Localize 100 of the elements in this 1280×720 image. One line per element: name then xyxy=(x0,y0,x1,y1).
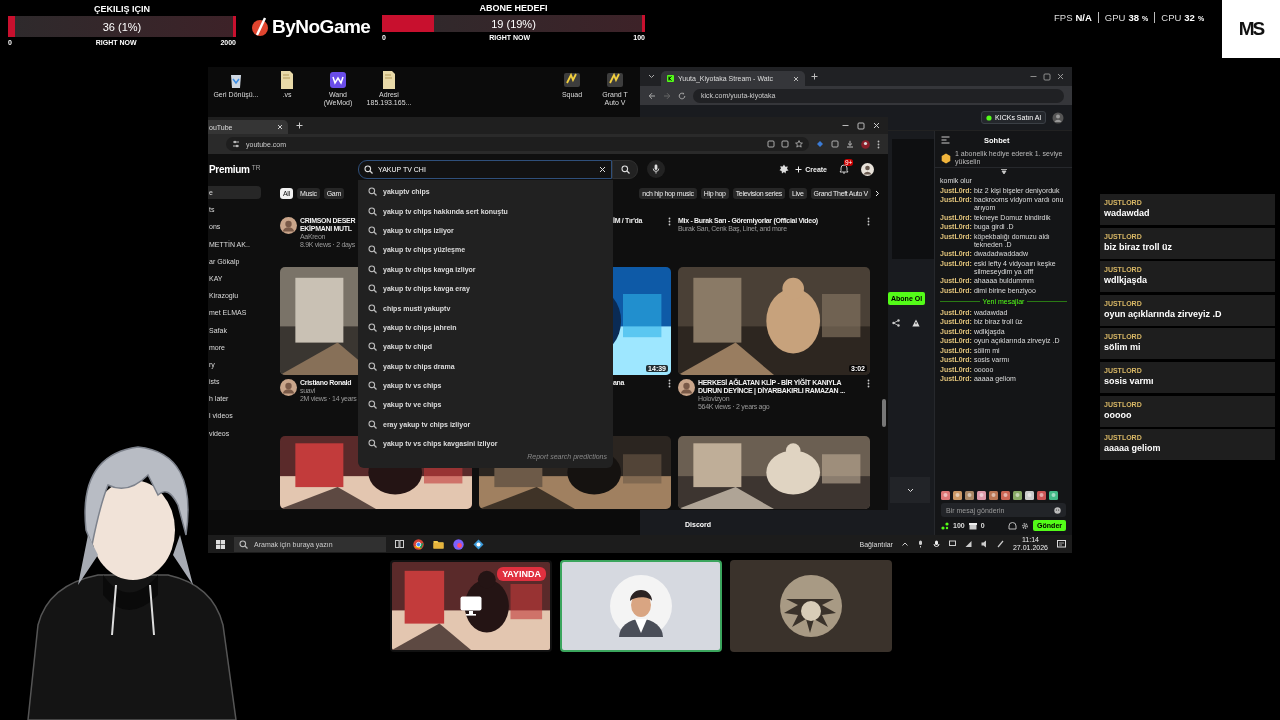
search-icon[interactable] xyxy=(620,164,630,174)
close-icon[interactable] xyxy=(873,122,880,129)
start-icon[interactable] xyxy=(216,539,225,549)
emote-icon[interactable] xyxy=(941,491,950,500)
minimize-icon[interactable] xyxy=(842,122,849,129)
plus-icon[interactable] xyxy=(811,73,818,80)
display-icon[interactable] xyxy=(948,540,956,548)
chevron-up-icon[interactable] xyxy=(901,542,908,546)
goal-title: ÇEKILIŞ IÇIN xyxy=(93,4,151,14)
more-icon[interactable] xyxy=(867,217,870,226)
app-icon[interactable] xyxy=(473,538,484,550)
channel-avatar-icon[interactable] xyxy=(280,217,297,234)
emoji-icon[interactable] xyxy=(1054,506,1061,514)
channel-avatar-icon[interactable] xyxy=(280,379,297,396)
desktop-app-icon[interactable] xyxy=(278,70,296,90)
tab-list-icon[interactable] xyxy=(648,74,655,79)
search-icon[interactable] xyxy=(368,400,377,410)
call-tile[interactable]: YAYINDA xyxy=(390,560,552,652)
folder-icon[interactable] xyxy=(433,539,444,549)
bell-icon[interactable] xyxy=(839,164,849,174)
extension-icon[interactable] xyxy=(816,140,824,148)
more-icon[interactable] xyxy=(668,379,671,388)
user-avatar-icon[interactable] xyxy=(1052,111,1064,124)
emote-icon[interactable] xyxy=(977,491,986,500)
desktop-app-icon[interactable] xyxy=(606,70,624,90)
collapse-chat-icon[interactable] xyxy=(941,136,950,144)
user-avatar xyxy=(610,575,672,637)
close-icon[interactable] xyxy=(1057,73,1064,80)
sparkle-icon[interactable] xyxy=(779,164,790,174)
maximize-icon[interactable] xyxy=(857,121,865,130)
search-icon[interactable] xyxy=(368,264,377,274)
emote-icon[interactable] xyxy=(1013,491,1022,500)
stat-value: 32 xyxy=(1184,12,1195,23)
microphone-icon[interactable] xyxy=(932,540,940,548)
emote-icon[interactable] xyxy=(953,491,962,500)
share-icon[interactable] xyxy=(892,319,900,327)
scrollbar-thumb[interactable] xyxy=(882,399,886,427)
emote-icon[interactable] xyxy=(1025,491,1034,500)
pin-icon[interactable] xyxy=(999,169,1008,175)
network-icon[interactable] xyxy=(964,540,972,548)
emote-icon[interactable] xyxy=(1037,491,1046,500)
emote-icon[interactable] xyxy=(989,491,998,500)
search-icon[interactable] xyxy=(368,206,377,216)
desktop-app-icon[interactable] xyxy=(329,70,347,90)
chevron-right-icon[interactable] xyxy=(875,190,880,197)
search-icon[interactable] xyxy=(368,187,377,197)
browser-app-icon[interactable] xyxy=(413,538,424,550)
warning-icon[interactable] xyxy=(912,319,920,327)
chat-message: sölim mi xyxy=(1104,341,1142,354)
translate-icon[interactable] xyxy=(767,140,775,148)
more-icon[interactable] xyxy=(867,379,870,388)
voice-search-button[interactable] xyxy=(647,160,665,178)
star-icon[interactable] xyxy=(795,140,803,148)
pen-icon[interactable] xyxy=(996,540,1004,548)
download-icon[interactable] xyxy=(846,140,854,148)
extensions-icon[interactable] xyxy=(831,140,839,148)
search-icon[interactable] xyxy=(368,419,377,429)
search-icon[interactable] xyxy=(364,164,373,174)
settings-icon[interactable] xyxy=(1021,521,1030,530)
search-icon[interactable] xyxy=(368,439,377,449)
search-icon[interactable] xyxy=(368,381,377,391)
emote-icon[interactable] xyxy=(965,491,974,500)
search-icon[interactable] xyxy=(368,225,377,235)
chat-message: wadawdad xyxy=(1104,207,1151,219)
site-settings-icon[interactable] xyxy=(232,140,240,148)
task-view-icon[interactable] xyxy=(395,540,404,548)
notification-icon[interactable] xyxy=(1057,539,1066,549)
account-avatar-icon[interactable] xyxy=(861,162,874,176)
gift-icon[interactable] xyxy=(968,521,977,530)
cast-icon[interactable] xyxy=(781,140,789,148)
plus-icon[interactable] xyxy=(296,122,303,129)
desktop-app-icon[interactable] xyxy=(380,70,398,90)
close-icon[interactable] xyxy=(793,75,799,82)
desktop-app-icon[interactable] xyxy=(563,70,581,90)
more-icon[interactable] xyxy=(668,217,671,226)
microphone-icon[interactable] xyxy=(916,540,924,548)
emote-icon[interactable] xyxy=(1001,491,1010,500)
back-arrow-icon[interactable] xyxy=(648,91,656,100)
microphone-icon[interactable] xyxy=(652,164,660,174)
call-tile[interactable] xyxy=(730,560,892,652)
search-icon[interactable] xyxy=(239,539,248,549)
chevron-down-icon[interactable] xyxy=(906,487,914,493)
maximize-icon[interactable] xyxy=(1043,72,1051,81)
profile-icon[interactable] xyxy=(861,139,870,149)
volume-icon[interactable] xyxy=(980,540,988,548)
call-tile[interactable] xyxy=(560,560,722,652)
minimize-icon[interactable] xyxy=(1030,73,1037,80)
search-icon[interactable] xyxy=(368,245,377,255)
channel-avatar-icon[interactable] xyxy=(678,379,695,396)
search-icon[interactable] xyxy=(368,284,377,294)
emote-icon[interactable] xyxy=(1049,491,1058,500)
search-button[interactable] xyxy=(612,159,638,179)
search-icon[interactable] xyxy=(368,303,377,313)
search-icon[interactable] xyxy=(368,322,377,332)
brand-name[interactable]: Premium xyxy=(209,163,250,175)
search-icon[interactable] xyxy=(368,361,377,371)
close-icon[interactable] xyxy=(277,124,283,130)
more-icon[interactable] xyxy=(877,139,880,149)
search-icon[interactable] xyxy=(368,342,377,352)
reload-icon[interactable] xyxy=(678,91,686,100)
